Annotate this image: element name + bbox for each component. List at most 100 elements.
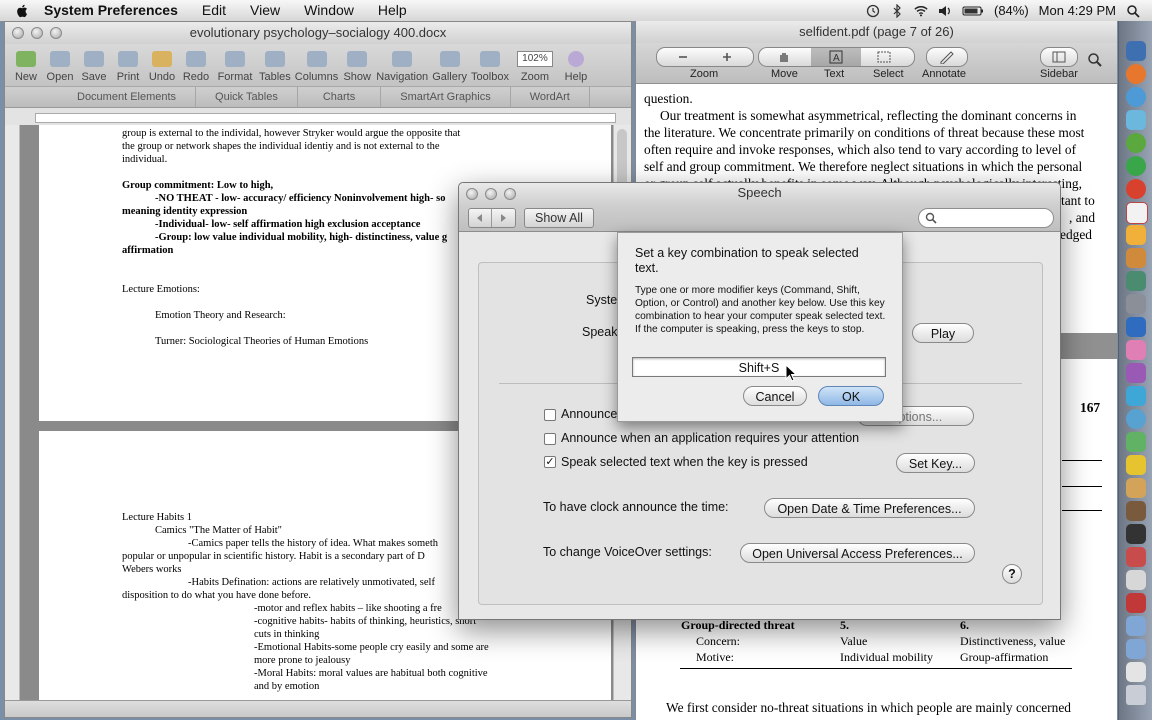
- sidebar-button[interactable]: [1040, 47, 1078, 67]
- onenote-dock-icon[interactable]: [1126, 363, 1146, 383]
- speech-minimize-button[interactable]: [485, 188, 497, 200]
- search-field[interactable]: [918, 208, 1054, 228]
- new-document-icon: [16, 51, 36, 67]
- play-button[interactable]: Play: [912, 323, 974, 343]
- hand-icon[interactable]: [777, 50, 791, 64]
- zoom-in-icon[interactable]: [721, 51, 733, 63]
- powerpoint-dock-icon[interactable]: [1126, 340, 1146, 360]
- zoom-button[interactable]: [50, 27, 62, 39]
- stickies-dock-icon[interactable]: [1126, 455, 1146, 475]
- prefs-dock-icon[interactable]: [1126, 294, 1146, 314]
- folder-dock-icon[interactable]: [1126, 616, 1146, 636]
- mail-dock-icon[interactable]: [1126, 110, 1146, 130]
- new-button[interactable]: New: [11, 44, 41, 86]
- undo-button[interactable]: Undo: [147, 44, 177, 86]
- forward-arrow-icon[interactable]: [498, 213, 508, 223]
- bluetooth-icon[interactable]: [890, 3, 904, 18]
- calendar-dock-icon[interactable]: [1126, 202, 1148, 224]
- apple-icon[interactable]: [16, 4, 28, 18]
- speech-close-button[interactable]: [466, 188, 478, 200]
- spotlight-icon[interactable]: [1126, 4, 1140, 18]
- set-key-button[interactable]: Set Key...: [896, 453, 975, 473]
- menu-edit[interactable]: Edit: [190, 0, 238, 21]
- tables-button[interactable]: Tables: [259, 44, 291, 86]
- preview-titlebar[interactable]: selfident.pdf (page 7 of 26): [636, 21, 1117, 43]
- firefox-dock-icon[interactable]: [1126, 64, 1146, 84]
- minimize-button[interactable]: [31, 27, 43, 39]
- app4-dock-icon[interactable]: [1126, 593, 1146, 613]
- ok-button[interactable]: OK: [818, 386, 884, 406]
- columns-button[interactable]: Columns: [295, 44, 338, 86]
- help-button[interactable]: ?: [1002, 564, 1022, 584]
- app-dock-icon[interactable]: [1126, 386, 1146, 406]
- notes-dock-icon[interactable]: [1126, 478, 1146, 498]
- downloads-dock-icon[interactable]: [1126, 639, 1146, 659]
- show-button[interactable]: Show: [342, 44, 372, 86]
- menu-window[interactable]: Window: [292, 0, 366, 21]
- speech-zoom-button[interactable]: [504, 188, 516, 200]
- speech-titlebar[interactable]: Speech: [459, 183, 1060, 205]
- announce-alerts-checkbox[interactable]: [544, 409, 556, 421]
- vertical-ruler: [5, 125, 20, 701]
- format-button[interactable]: Format: [215, 44, 255, 86]
- ribbon-wordart[interactable]: WordArt: [511, 87, 590, 107]
- redo-button[interactable]: Redo: [181, 44, 211, 86]
- open-date-time-button[interactable]: Open Date & Time Preferences...: [764, 498, 975, 518]
- menu-help[interactable]: Help: [366, 0, 419, 21]
- back-arrow-icon[interactable]: [475, 213, 485, 223]
- navigation-button[interactable]: Navigation: [376, 44, 428, 86]
- zoom-control[interactable]: 102% Zoom: [513, 44, 557, 86]
- clapper-dock-icon[interactable]: [1126, 524, 1146, 544]
- book-dock-icon[interactable]: [1126, 501, 1146, 521]
- safari-dock-icon[interactable]: [1126, 87, 1146, 107]
- save-button[interactable]: Save: [79, 44, 109, 86]
- app3-dock-icon[interactable]: [1126, 570, 1146, 590]
- zoom-out-icon[interactable]: [677, 51, 689, 63]
- messages-dock-icon[interactable]: [1126, 156, 1146, 176]
- ribbon-smartart[interactable]: SmartArt Graphics: [381, 87, 511, 107]
- tool-segment[interactable]: A: [758, 47, 915, 67]
- close-button[interactable]: [12, 27, 24, 39]
- wifi-icon[interactable]: [914, 4, 928, 18]
- globe-dock-icon[interactable]: [1126, 409, 1146, 429]
- stack-dock-icon[interactable]: [1126, 662, 1146, 682]
- app2-dock-icon[interactable]: [1126, 432, 1146, 452]
- ribbon-quick-tables[interactable]: Quick Tables: [196, 87, 298, 107]
- trash-dock-icon[interactable]: [1126, 685, 1146, 705]
- zoom-segment[interactable]: [656, 47, 754, 67]
- finder-dock-icon[interactable]: [1126, 41, 1146, 61]
- zoom-field[interactable]: 102%: [516, 51, 553, 67]
- word-dock-icon[interactable]: [1126, 317, 1146, 337]
- menu-clock[interactable]: Mon 4:29 PM: [1039, 3, 1116, 18]
- menu-app-name[interactable]: System Preferences: [32, 0, 190, 21]
- open-universal-access-button[interactable]: Open Universal Access Preferences...: [740, 543, 975, 563]
- volume-icon[interactable]: [938, 4, 952, 18]
- ribbon-charts[interactable]: Charts: [298, 87, 382, 107]
- speak-selected-checkbox[interactable]: ✓: [544, 456, 556, 468]
- vlc-dock-icon[interactable]: [1126, 225, 1146, 245]
- print-button[interactable]: Print: [113, 44, 143, 86]
- presentation-dock-icon[interactable]: [1126, 547, 1146, 567]
- battery-icon[interactable]: [962, 4, 984, 18]
- gallery-button[interactable]: Gallery: [432, 44, 467, 86]
- brush-dock-icon[interactable]: [1126, 248, 1146, 268]
- annotate-button[interactable]: [926, 47, 968, 67]
- time-machine-icon[interactable]: [866, 4, 880, 18]
- activity-dock-icon[interactable]: [1126, 271, 1146, 291]
- key-combination-field[interactable]: Shift+S: [632, 357, 886, 377]
- search-icon[interactable]: [1087, 52, 1103, 68]
- facetime-dock-icon[interactable]: [1126, 133, 1146, 153]
- menu-view[interactable]: View: [238, 0, 292, 21]
- toolbox-button[interactable]: Toolbox: [471, 44, 509, 86]
- table-rule: [1062, 486, 1102, 487]
- back-forward-buttons[interactable]: [468, 208, 516, 228]
- app-m-dock-icon[interactable]: [1126, 179, 1146, 199]
- cancel-button[interactable]: Cancel: [743, 386, 807, 406]
- ribbon-document-elements[interactable]: Document Elements: [5, 87, 197, 107]
- announce-app-checkbox[interactable]: [544, 433, 556, 445]
- rect-select-icon[interactable]: [877, 50, 891, 64]
- show-all-button[interactable]: Show All: [524, 208, 594, 228]
- word-titlebar[interactable]: evolutionary psychology–socialogy 400.do…: [5, 22, 631, 44]
- help-button[interactable]: Help: [561, 44, 591, 86]
- open-button[interactable]: Open: [45, 44, 75, 86]
